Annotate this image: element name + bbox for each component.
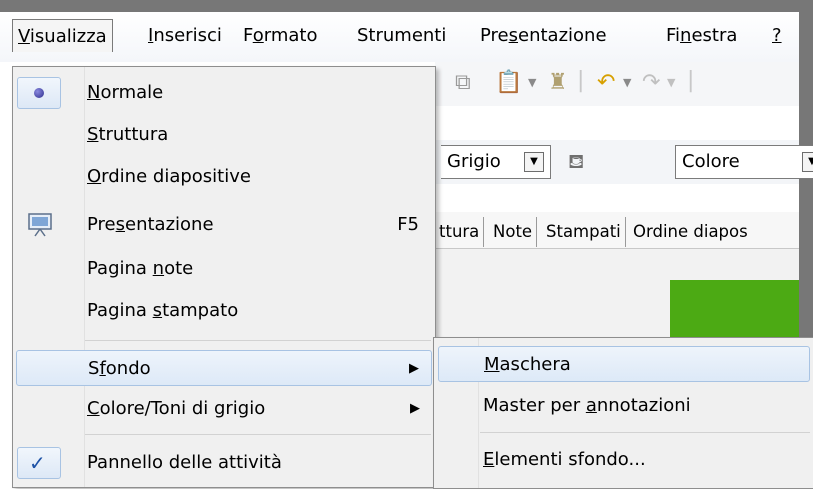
menu-item-elementi-sfondo[interactable]: Elementi sfondo... xyxy=(434,442,813,478)
menu-strumenti[interactable]: Strumenti xyxy=(355,19,448,52)
tab-notes[interactable]: Note xyxy=(489,217,538,247)
menu-separator xyxy=(85,340,431,341)
menu-item-pagina-note[interactable]: Pagina note xyxy=(13,251,435,287)
window-frame-top xyxy=(0,0,813,12)
radio-bullet-icon xyxy=(34,88,44,98)
clone-formatting-icon[interactable]: ♜ xyxy=(548,70,568,95)
menu-visualizza[interactable]: Visualizza xyxy=(12,19,113,52)
menu-item-master-annotazioni[interactable]: Master per annotazioni xyxy=(434,388,813,424)
fill-type-combo[interactable]: Colore ▼ xyxy=(675,145,813,179)
undo-dropdown-icon[interactable]: ▼ xyxy=(623,76,631,89)
paint-bucket-icon[interactable]: ⛾ xyxy=(568,149,584,176)
submenu-arrow-icon: ▶ xyxy=(409,361,419,376)
line-fill-toolbar: Grigio ▼ ⛾ Colore ▼ xyxy=(435,140,813,184)
shortcut-f5: F5 xyxy=(397,214,419,235)
tab-structure[interactable]: ttura xyxy=(435,217,485,247)
dropdown-arrow-icon[interactable]: ▼ xyxy=(524,152,544,172)
submenu-arrow-icon: ▶ xyxy=(410,401,420,416)
menu-item-sfondo[interactable]: Sfondo ▶ xyxy=(16,350,432,386)
redo-icon[interactable]: ↷ xyxy=(642,70,660,95)
view-menu: Normale Struttura Ordine diapositive Pre… xyxy=(12,66,436,488)
menu-item-pannello-attivita[interactable]: ✓ Pannello delle attività xyxy=(13,445,435,481)
view-tabs: ttura Note Stampati Ordine diapos xyxy=(435,212,799,249)
menu-help[interactable]: ? xyxy=(770,19,784,52)
toolbar-separator: | xyxy=(687,68,695,93)
menu-presentazione[interactable]: Presentazione xyxy=(478,19,609,52)
menu-item-maschera[interactable]: Maschera xyxy=(438,346,810,382)
toolbar-separator: | xyxy=(577,68,585,93)
copy-icon[interactable]: ⧉ xyxy=(455,70,471,95)
menu-item-ordine-diapositive[interactable]: Ordine diapositive xyxy=(13,159,435,195)
menu-bar: Visualizza Inserisci Formato Strumenti P… xyxy=(0,12,799,62)
slide-thumbnail[interactable] xyxy=(670,280,799,340)
menu-separator xyxy=(480,432,810,433)
checkmark-icon: ✓ xyxy=(29,451,46,475)
redo-dropdown-icon[interactable]: ▼ xyxy=(667,76,675,89)
dropdown-arrow-icon[interactable]: ▼ xyxy=(528,76,536,89)
dropdown-arrow-icon[interactable]: ▼ xyxy=(802,152,813,172)
paste-icon[interactable]: 📋 xyxy=(495,70,522,95)
menu-formato[interactable]: Formato xyxy=(241,19,319,52)
menu-separator xyxy=(85,434,431,435)
menu-finestra[interactable]: Finestra xyxy=(664,19,739,52)
background-submenu: Maschera Master per annotazioni Elementi… xyxy=(433,337,813,489)
menu-item-colore-toni-grigio[interactable]: Colore/Toni di grigio ▶ xyxy=(13,391,435,427)
standard-toolbar: ⧉ 📋 ▼ ♜ | ↶ ▼ ↷ ▼ | xyxy=(435,62,799,106)
undo-icon[interactable]: ↶ xyxy=(597,70,615,95)
menu-item-normale[interactable]: Normale xyxy=(13,75,435,111)
tab-slide-sorter[interactable]: Ordine diapos xyxy=(629,217,752,247)
menu-inserisci[interactable]: Inserisci xyxy=(146,19,224,52)
menu-item-presentazione[interactable]: Presentazione F5 xyxy=(13,207,435,243)
tab-handouts[interactable]: Stampati xyxy=(542,217,626,247)
menu-item-struttura[interactable]: Struttura xyxy=(13,117,435,153)
menu-item-pagina-stampato[interactable]: Pagina stampato xyxy=(13,293,435,329)
color-mode-combo[interactable]: Grigio ▼ xyxy=(441,145,551,179)
projector-screen-icon xyxy=(28,213,52,237)
